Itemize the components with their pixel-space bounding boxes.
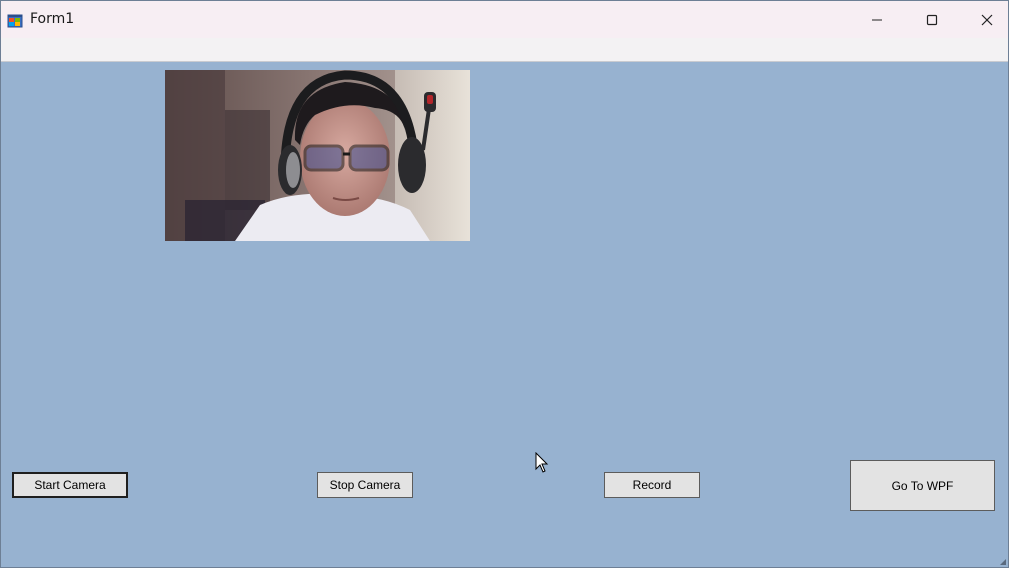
minimize-icon xyxy=(872,19,882,20)
go-to-wpf-button[interactable]: Go To WPF xyxy=(850,460,995,511)
stop-camera-button[interactable]: Stop Camera xyxy=(317,472,413,498)
title-bar[interactable]: Form1 xyxy=(1,1,1008,38)
close-button[interactable] xyxy=(964,1,1009,38)
app-window: Form1 Start Camera Stop Camera Record Go… xyxy=(0,0,1009,568)
start-camera-button[interactable]: Start Camera xyxy=(12,472,128,498)
close-icon xyxy=(981,14,993,25)
winforms-app-icon xyxy=(7,14,23,28)
menu-strip xyxy=(1,38,1008,62)
record-button[interactable]: Record xyxy=(604,472,700,498)
camera-preview xyxy=(165,70,470,241)
resize-grip-icon[interactable] xyxy=(1000,559,1006,565)
mouse-cursor-icon xyxy=(535,452,549,473)
maximize-icon xyxy=(926,14,938,25)
maximize-button[interactable] xyxy=(909,1,955,38)
camera-frame-image xyxy=(165,70,470,241)
minimize-button[interactable] xyxy=(854,1,900,38)
window-title: Form1 xyxy=(30,11,75,27)
